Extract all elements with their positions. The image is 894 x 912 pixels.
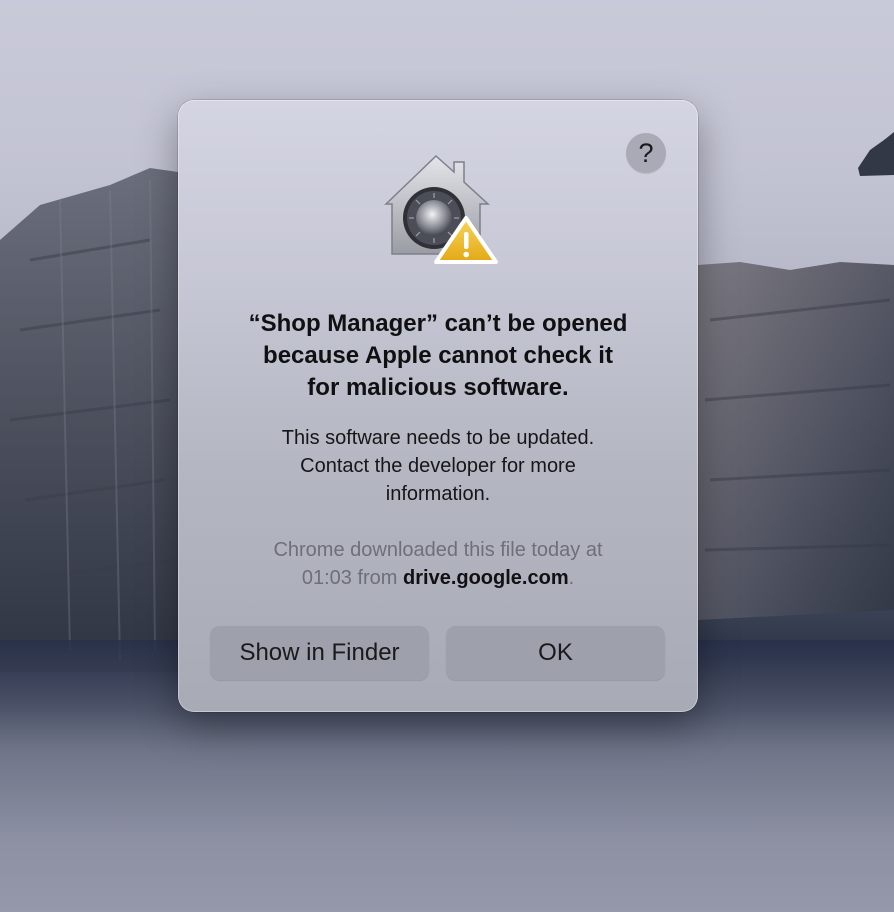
alert-title: “Shop Manager” can’t be opened because A… <box>198 308 678 404</box>
title-line: for malicious software. <box>307 374 569 401</box>
source-domain: drive.google.com <box>403 567 569 589</box>
title-line: because Apple cannot check it <box>263 342 613 369</box>
message-line: Contact the developer for more <box>300 455 576 477</box>
source-from-text: from <box>357 567 398 589</box>
show-in-finder-button[interactable]: Show in Finder <box>210 625 429 680</box>
source-line-2: 01:03 from drive.google.com. <box>208 564 668 592</box>
right-cliff <box>698 262 894 620</box>
alert-dialog: ? “Shop Manager” can’t be opened because… <box>178 100 698 712</box>
desktop: ? “Shop Manager” can’t be opened because… <box>0 0 894 912</box>
download-source-info: Chrome downloaded this file today at 01:… <box>208 536 668 592</box>
message-line: This software needs to be updated. <box>281 427 595 449</box>
alert-message: This software needs to be updated. Conta… <box>218 424 658 508</box>
ok-button[interactable]: OK <box>446 625 665 680</box>
message-line: information. <box>385 483 491 505</box>
title-line: “Shop Manager” can’t be opened <box>248 310 628 337</box>
small-rock <box>858 132 894 176</box>
source-line: Chrome downloaded this file today at <box>273 539 603 561</box>
help-button[interactable]: ? <box>626 133 666 173</box>
gatekeeper-safe-house-warning-icon <box>384 154 498 264</box>
download-time: 01:03 <box>301 567 352 589</box>
source-period: . <box>568 567 575 589</box>
